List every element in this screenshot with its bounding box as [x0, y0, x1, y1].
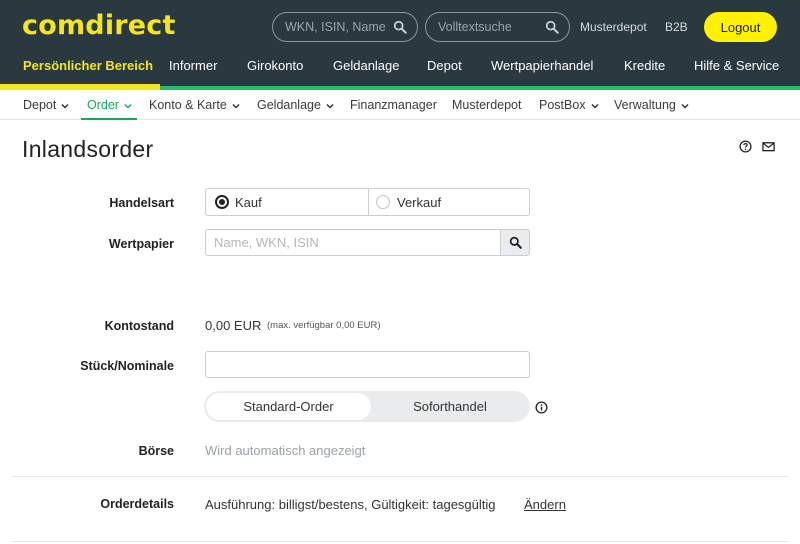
wkn-search-box[interactable]: [272, 12, 418, 42]
sub-nav-item-depot[interactable]: Depot: [23, 98, 70, 112]
sub-nav-item-finanzmanager[interactable]: Finanzmanager: [350, 98, 437, 112]
sub-nav-item-label: Verwaltung: [614, 98, 676, 112]
chevron-down-icon: [326, 103, 334, 109]
sub-nav-item-label: Depot: [23, 98, 57, 112]
mail-icon[interactable]: [762, 140, 775, 153]
fulltext-search-input[interactable]: [438, 13, 538, 41]
radio-checked-icon[interactable]: [215, 195, 229, 209]
wertpapier-input[interactable]: [214, 230, 479, 255]
kontostand-label: Kontostand: [104, 319, 174, 333]
main-nav-item-wertpapierhandel[interactable]: Wertpapierhandel: [491, 58, 593, 73]
search-icon[interactable]: [393, 20, 407, 34]
order-type-toggle: Standard-Order Sofort­handel: [204, 391, 530, 422]
stueck-field[interactable]: [205, 351, 530, 378]
wertpapier-field[interactable]: [205, 229, 501, 256]
wkn-search-input[interactable]: [285, 13, 385, 41]
radio-label-verkauf: Verkauf: [397, 195, 442, 210]
chevron-down-icon: [681, 103, 689, 109]
sub-nav-item-verwaltung[interactable]: Verwaltung: [614, 98, 690, 112]
orderdetails-label: Orderdetails: [100, 497, 174, 511]
orderdetails-value: Ausführung: billigst/bestens, Gültigkeit…: [205, 497, 496, 512]
musterdepot-link[interactable]: Musterdepot: [580, 20, 647, 34]
sub-nav-item-label: Order: [87, 98, 119, 112]
main-nav-item-persoenlicher-bereich[interactable]: Persönlicher Bereich: [23, 58, 153, 73]
boerse-label: Börse: [138, 444, 174, 458]
sub-nav: Depot Order Konto & Karte Geldanlage Fin…: [0, 90, 800, 120]
kontostand-value: 0,00 EUR: [205, 318, 262, 333]
main-nav-item-hilfe-service[interactable]: Hilfe & Service: [694, 58, 779, 73]
radio-unchecked-icon[interactable]: [376, 195, 390, 209]
section-divider: [11, 476, 789, 477]
toggle-standard-order[interactable]: Standard-Order: [206, 393, 371, 420]
logout-button[interactable]: Logout: [704, 12, 777, 42]
sub-nav-item-label: Geldanlage: [257, 98, 321, 112]
main-nav-item-geldanlage[interactable]: Geldanlage: [333, 58, 400, 73]
sub-nav-item-musterdepot[interactable]: Musterdepot: [452, 98, 521, 112]
sub-nav-active-indicator: [81, 118, 137, 120]
search-icon[interactable]: [545, 20, 559, 34]
top-header: comdirect Musterdepot B2B Logout Persönl…: [0, 0, 800, 90]
sub-nav-item-order[interactable]: Order: [87, 98, 133, 112]
stueck-label: Stück/Nominale: [80, 359, 174, 373]
boerse-value: Wird automatisch angezeigt: [205, 443, 366, 458]
info-icon[interactable]: [535, 401, 548, 414]
sub-nav-item-label: PostBox: [539, 98, 586, 112]
comdirect-logo[interactable]: comdirect: [22, 10, 176, 41]
toggle-soforthandel[interactable]: Sofort­handel: [371, 391, 529, 422]
main-nav-item-kredite[interactable]: Kredite: [624, 58, 665, 73]
main-nav: Persönlicher Bereich Informer Girokonto …: [0, 58, 800, 78]
sub-nav-item-konto-karte[interactable]: Konto & Karte: [149, 98, 241, 112]
wertpapier-label: Wertpapier: [108, 237, 174, 251]
handelsart-label: Handelsart: [109, 196, 174, 210]
stueck-input[interactable]: [214, 352, 505, 377]
chevron-down-icon: [124, 103, 132, 109]
radio-label-kauf: Kauf: [235, 195, 262, 210]
sub-nav-item-geldanlage[interactable]: Geldanlage: [257, 98, 335, 112]
main-nav-item-depot[interactable]: Depot: [427, 58, 462, 73]
wertpapier-search-button[interactable]: [500, 229, 530, 256]
section-divider: [11, 541, 789, 542]
main-nav-item-informer[interactable]: Informer: [169, 58, 217, 73]
help-icon[interactable]: [739, 140, 752, 153]
page-title: Inlandsorder: [22, 136, 154, 162]
sub-nav-item-postbox[interactable]: PostBox: [539, 98, 600, 112]
main-nav-item-girokonto[interactable]: Girokonto: [247, 58, 303, 73]
handelsart-radio-group: Kauf Verkauf: [205, 188, 530, 216]
chevron-down-icon: [591, 103, 599, 109]
chevron-down-icon: [61, 103, 69, 109]
b2b-link[interactable]: B2B: [665, 20, 688, 34]
chevron-down-icon: [232, 103, 240, 109]
sub-nav-item-label: Finanzmanager: [350, 98, 437, 112]
radio-option-verkauf[interactable]: Verkauf: [369, 189, 529, 215]
sub-nav-item-label: Konto & Karte: [149, 98, 227, 112]
sub-nav-item-label: Musterdepot: [452, 98, 522, 112]
search-icon: [509, 236, 522, 249]
kontostand-available-note: (max. verfügbar 0,00 EUR): [267, 320, 381, 331]
radio-option-kauf[interactable]: Kauf: [206, 189, 368, 215]
fulltext-search-box[interactable]: [425, 12, 570, 42]
orderdetails-change-link[interactable]: Ändern: [524, 497, 566, 512]
